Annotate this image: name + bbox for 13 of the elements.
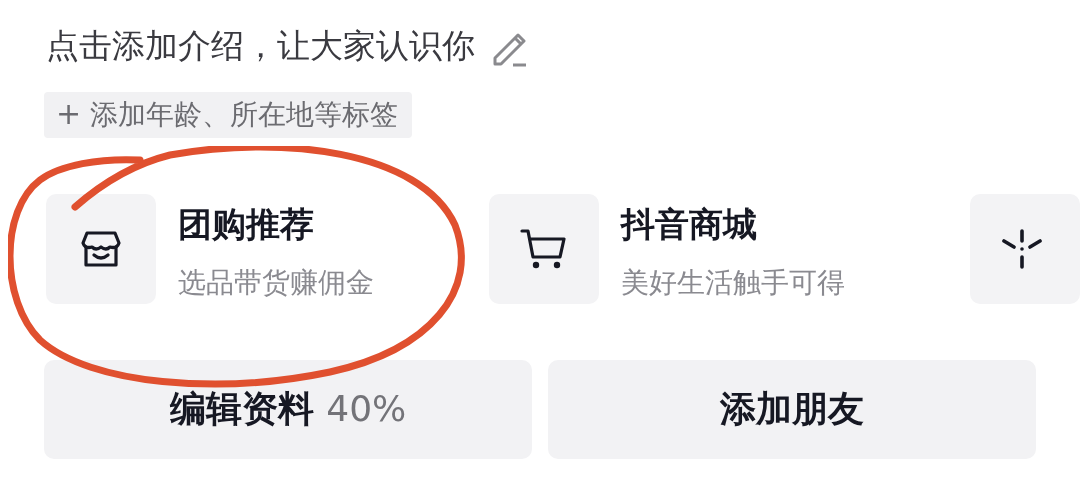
service-title[interactable]: 团购推荐: [178, 202, 374, 248]
sparkle-icon: [1000, 227, 1044, 271]
bio-text[interactable]: 点击添加介绍，让大家认识你: [46, 23, 475, 69]
cart-icon: [520, 227, 568, 271]
service-tile[interactable]: [970, 194, 1080, 304]
storefront-tile[interactable]: [46, 194, 156, 304]
service-subtitle: 选品带货赚佣金: [178, 265, 374, 301]
service-title[interactable]: 抖音商城: [621, 202, 845, 248]
add-friends-button[interactable]: 添加朋友: [548, 360, 1036, 459]
service-subtitle: 美好生活触手可得: [621, 265, 845, 301]
cart-tile[interactable]: [489, 194, 599, 304]
edit-profile-button[interactable]: 编辑资料 40%: [44, 360, 532, 459]
add-tags-button[interactable]: + 添加年龄、所在地等标签: [44, 92, 413, 138]
